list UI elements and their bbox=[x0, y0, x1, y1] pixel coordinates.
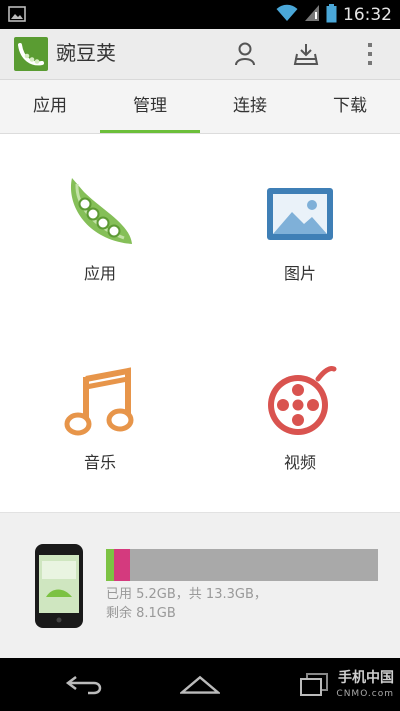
tile-music[interactable]: 音乐 bbox=[0, 323, 200, 512]
battery-icon bbox=[326, 3, 337, 27]
home-icon[interactable] bbox=[180, 666, 220, 702]
download-icon[interactable] bbox=[292, 40, 320, 68]
storage-info-text: 已用 5.2GB，共 13.3GB， 剩余 8.1GB bbox=[106, 585, 396, 623]
film-reel-icon bbox=[262, 363, 338, 439]
storage-used-line: 已用 5.2GB，共 13.3GB， bbox=[106, 587, 267, 602]
tab-download[interactable]: 下载 bbox=[300, 80, 400, 133]
wandoujia-logo-icon[interactable] bbox=[14, 37, 48, 71]
back-icon[interactable] bbox=[64, 666, 104, 702]
tile-video-label: 视频 bbox=[283, 453, 316, 472]
watermark-sub: CNMO.com bbox=[336, 689, 394, 699]
signal-icon bbox=[304, 4, 320, 26]
picture-icon bbox=[262, 174, 338, 250]
account-icon[interactable] bbox=[231, 40, 259, 68]
storage-used-segment-apps bbox=[106, 549, 114, 581]
tile-pictures-label: 图片 bbox=[283, 264, 316, 283]
tab-manage[interactable]: 管理 bbox=[100, 80, 200, 133]
storage-used-segment-media bbox=[114, 549, 130, 581]
watermark: 手机中国 CNMO.com bbox=[336, 670, 394, 702]
tile-music-label: 音乐 bbox=[83, 453, 116, 472]
storage-usage-bar bbox=[106, 549, 378, 581]
tile-pictures[interactable]: 图片 bbox=[200, 134, 400, 323]
app-bar: 豌豆荚 bbox=[0, 29, 400, 80]
tile-apps-label: 应用 bbox=[83, 264, 116, 283]
status-time: 16:32 bbox=[343, 5, 392, 25]
recent-apps-icon[interactable] bbox=[294, 666, 334, 702]
storage-free-line: 剩余 8.1GB bbox=[106, 606, 176, 621]
tile-video[interactable]: 视频 bbox=[200, 323, 400, 512]
tab-apps[interactable]: 应用 bbox=[0, 80, 100, 133]
manage-grid: 应用 图片 音乐 视频 bbox=[0, 134, 400, 512]
storage-panel: 已用 5.2GB，共 13.3GB， 剩余 8.1GB bbox=[0, 512, 400, 659]
phone-device-icon bbox=[34, 543, 84, 629]
music-note-icon bbox=[62, 363, 138, 439]
wifi-icon bbox=[276, 4, 298, 26]
image-notification-icon bbox=[8, 6, 26, 26]
tab-bar: 应用 管理 连接 下载 bbox=[0, 80, 400, 134]
tile-apps[interactable]: 应用 bbox=[0, 134, 200, 323]
status-bar: 16:32 bbox=[0, 0, 400, 29]
watermark-main: 手机中国 bbox=[338, 670, 394, 686]
app-title: 豌豆荚 bbox=[56, 41, 116, 65]
navigation-bar: 手机中国 CNMO.com bbox=[0, 658, 400, 711]
pea-pod-icon bbox=[62, 174, 138, 250]
overflow-menu-icon[interactable] bbox=[356, 40, 384, 68]
tab-connect[interactable]: 连接 bbox=[200, 80, 300, 133]
